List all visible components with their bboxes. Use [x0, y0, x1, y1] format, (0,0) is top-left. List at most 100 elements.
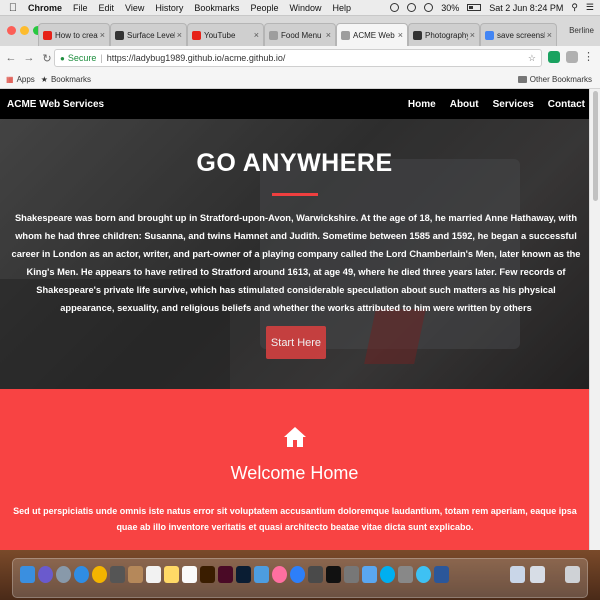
address-bar[interactable]: ● Secure | https://ladybug1989.github.io…: [54, 49, 542, 67]
extension-icon[interactable]: [566, 51, 578, 63]
tab-acme-web-services[interactable]: ACME Web Servic ×: [336, 23, 408, 46]
url-text[interactable]: https://ladybug1989.github.io/acme.githu…: [107, 53, 286, 63]
start-here-button[interactable]: Start Here: [266, 326, 326, 359]
welcome-title: Welcome Home: [230, 463, 359, 483]
tab-food-menu[interactable]: Food Menu ×: [264, 23, 336, 46]
tab-surface-level[interactable]: Surface Level of F ×: [110, 23, 187, 46]
minimize-window-button[interactable]: [20, 26, 29, 35]
nav-contact[interactable]: Contact: [548, 99, 585, 110]
back-icon[interactable]: ←: [4, 52, 18, 64]
close-icon[interactable]: ×: [100, 30, 105, 40]
menu-chrome[interactable]: Chrome: [28, 3, 62, 13]
folder-icon: [517, 75, 527, 83]
close-icon[interactable]: ×: [398, 30, 403, 40]
hero-paragraph: Shakespeare was born and brought up in S…: [11, 213, 581, 313]
sync-icon[interactable]: [390, 3, 400, 12]
tab-label: How to create a p: [55, 30, 98, 40]
welcome-paragraph: Sed ut perspiciatis unde omnis iste natu…: [13, 506, 577, 532]
site-brand[interactable]: ACME Web Services: [7, 99, 104, 110]
skype-icon[interactable]: [380, 566, 395, 583]
contacts-icon[interactable]: [128, 566, 143, 583]
word-icon[interactable]: [434, 566, 449, 583]
profile-button[interactable]: Berline: [569, 26, 594, 35]
photoshop-icon[interactable]: [236, 566, 251, 583]
menu-view[interactable]: View: [125, 3, 144, 13]
secure-label: Secure: [67, 53, 97, 63]
menu-edit[interactable]: Edit: [99, 3, 115, 13]
mail-icon[interactable]: [362, 566, 377, 583]
nav-home[interactable]: Home: [408, 99, 436, 110]
folder-icon[interactable]: [510, 566, 525, 583]
siri-icon[interactable]: [38, 566, 53, 583]
battery-percent[interactable]: 30%: [441, 3, 459, 13]
battery-icon[interactable]: [467, 4, 482, 11]
tab-save-screenshot[interactable]: save screenshot o ×: [480, 23, 557, 46]
utility-icon[interactable]: [398, 566, 413, 583]
more-menu-icon[interactable]: ⋮: [583, 50, 594, 63]
hero-divider: [272, 193, 318, 196]
wifi-icon[interactable]: [407, 3, 417, 12]
indesign-icon[interactable]: [218, 566, 233, 583]
star-icon[interactable]: ☆: [528, 53, 536, 64]
menu-bookmarks[interactable]: Bookmarks: [194, 3, 239, 13]
nav-about[interactable]: About: [450, 99, 479, 110]
tab-label: Photography: [425, 30, 468, 40]
youtube-icon: [192, 30, 201, 40]
close-icon[interactable]: ×: [470, 30, 475, 40]
reminders-icon[interactable]: [182, 566, 197, 583]
reload-icon[interactable]: ↻: [40, 52, 54, 65]
page-scrollbar[interactable]: [589, 89, 600, 550]
scrollbar-thumb[interactable]: [593, 91, 598, 201]
apps-shortcut[interactable]: ▦ Apps: [6, 75, 35, 84]
trash-icon[interactable]: [565, 566, 580, 583]
tab-how-to-create[interactable]: How to create a p ×: [38, 23, 110, 46]
illustrator-icon[interactable]: [200, 566, 215, 583]
bookmarks-label: Bookmarks: [50, 74, 91, 84]
apps-grid-icon: ▦: [6, 74, 14, 84]
extension-grammarly-icon[interactable]: [548, 51, 560, 63]
preferences-icon[interactable]: [344, 566, 359, 583]
notes-icon[interactable]: [164, 566, 179, 583]
itunes-icon[interactable]: [272, 566, 287, 583]
divider: |: [100, 53, 103, 63]
tab-photography[interactable]: Photography ×: [408, 23, 480, 46]
close-icon[interactable]: ×: [547, 30, 552, 40]
launchpad-icon[interactable]: [56, 566, 71, 583]
volume-icon[interactable]: [424, 3, 434, 12]
page-icon: [269, 30, 278, 40]
star-icon: ★: [40, 74, 48, 84]
nav-services[interactable]: Services: [493, 99, 534, 110]
tab-label: Food Menu: [281, 30, 322, 40]
page-icon: [115, 30, 124, 40]
finder-icon[interactable]: [20, 566, 35, 583]
menu-window[interactable]: Window: [289, 3, 321, 13]
bookmarks-bar: ▦ Apps ★ Bookmarks Other Bookmarks: [0, 70, 600, 89]
github-icon: [413, 30, 422, 40]
messages-icon[interactable]: [416, 566, 431, 583]
chrome-icon[interactable]: [92, 566, 107, 583]
safari-icon[interactable]: [74, 566, 89, 583]
search-icon[interactable]: ⚲: [571, 2, 578, 13]
app-store-icon[interactable]: [290, 566, 305, 583]
menu-history[interactable]: History: [155, 3, 183, 13]
photo-icon[interactable]: [110, 566, 125, 583]
tab-youtube[interactable]: YouTube ×: [187, 23, 264, 46]
other-bookmarks[interactable]: Other Bookmarks: [517, 75, 592, 84]
menu-help[interactable]: Help: [332, 3, 351, 13]
clock[interactable]: Sat 2 Jun 8:24 PM: [489, 3, 563, 13]
close-icon[interactable]: ×: [254, 30, 259, 40]
close-icon[interactable]: ×: [177, 30, 182, 40]
sublime-icon[interactable]: [308, 566, 323, 583]
close-icon[interactable]: ×: [326, 30, 331, 40]
menu-people[interactable]: People: [250, 3, 278, 13]
apple-icon[interactable]: : [6, 2, 20, 14]
terminal-icon[interactable]: [326, 566, 341, 583]
downloads-folder-icon[interactable]: [530, 566, 545, 583]
close-window-button[interactable]: [7, 26, 16, 35]
notification-icon[interactable]: ☰: [586, 2, 594, 13]
calendar-icon[interactable]: [146, 566, 161, 583]
menu-file[interactable]: File: [73, 3, 88, 13]
keynote-icon[interactable]: [254, 566, 269, 583]
forward-icon[interactable]: →: [22, 52, 36, 64]
bookmarks-shortcut[interactable]: ★ Bookmarks: [41, 75, 91, 84]
